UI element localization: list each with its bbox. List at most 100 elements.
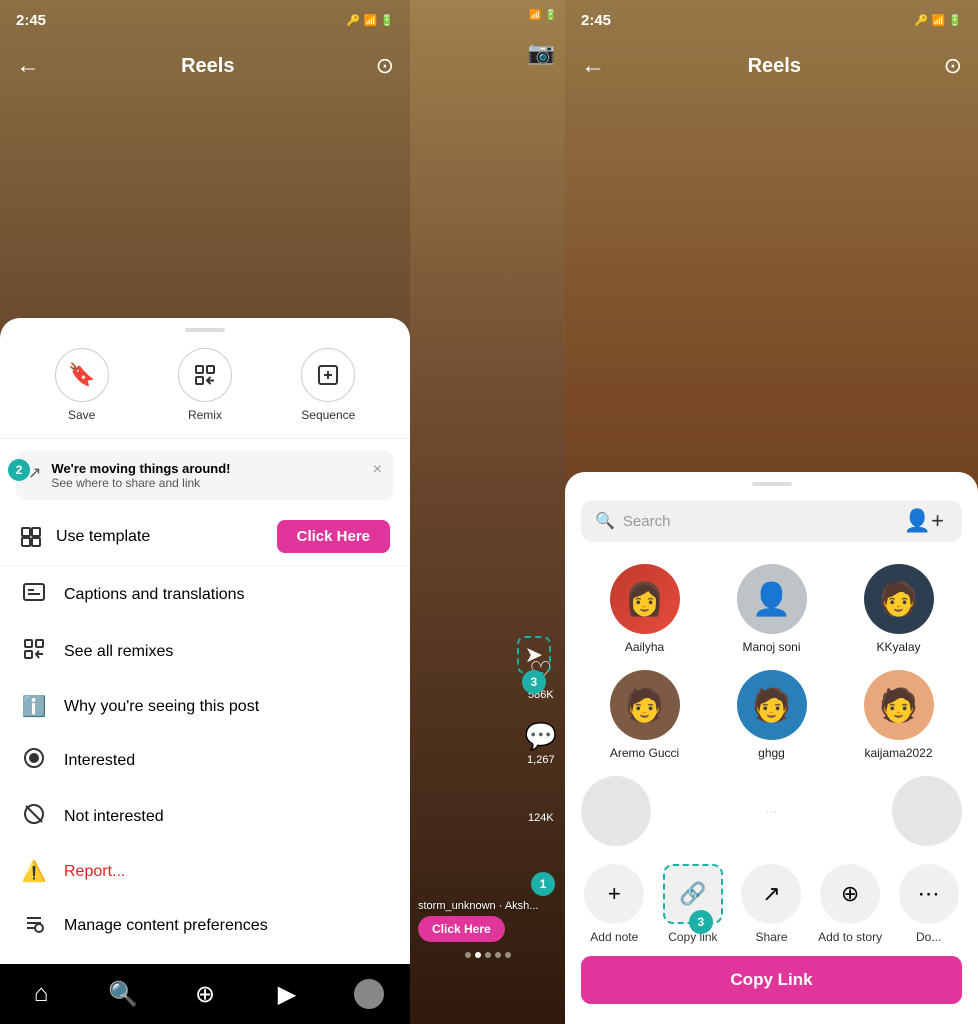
- back-button-left[interactable]: ←: [16, 52, 40, 80]
- status-time-left: 2:45: [16, 12, 46, 29]
- contact-manoj[interactable]: 👤 Manoj soni: [708, 556, 835, 662]
- copy-link-action-label: Copy link: [668, 930, 717, 944]
- why-seeing-icon: ℹ️: [20, 694, 48, 719]
- why-seeing-item[interactable]: ℹ️ Why you're seeing this post: [0, 680, 410, 733]
- comment-action[interactable]: 💬 1,267: [525, 721, 557, 766]
- status-time-right: 2:45: [581, 12, 611, 29]
- add-note-action[interactable]: + Add note: [579, 864, 649, 944]
- copy-link-button[interactable]: Copy Link: [581, 956, 962, 1004]
- username-label: storm_unknown · Aksh...: [410, 900, 565, 912]
- notif-close-button[interactable]: ×: [373, 461, 382, 479]
- contact-aremo[interactable]: 🧑 Aremo Gucci: [581, 662, 708, 768]
- contact-kkyalay[interactable]: 🧑 KKyalay: [835, 556, 962, 662]
- share-icon: ↗: [741, 864, 801, 924]
- middle-background: [410, 0, 565, 1024]
- interested-item[interactable]: Interested: [0, 733, 410, 789]
- share-action-item[interactable]: ↗ Share: [736, 864, 806, 944]
- share-label: Share: [755, 930, 787, 944]
- sheet-handle-left: [185, 328, 225, 332]
- add-to-story-icon: ⊕: [820, 864, 880, 924]
- search-placeholder[interactable]: Search: [623, 513, 896, 530]
- contact-name-aailyha: Aailyha: [625, 640, 664, 654]
- nav-home[interactable]: ⌂: [21, 974, 61, 1014]
- dot-5: [505, 952, 511, 958]
- contact-aailyha[interactable]: 👩 Aailyha: [581, 556, 708, 662]
- more-icon: ⋯: [899, 864, 959, 924]
- captions-icon: [20, 580, 48, 610]
- partial-contacts-row: ···: [565, 768, 978, 854]
- see-all-remixes-icon: [20, 638, 48, 666]
- search-icon-right: 🔍: [595, 511, 615, 531]
- badge-1: 1: [531, 872, 555, 896]
- use-template-label: Use template: [56, 528, 150, 546]
- status-bar-right: 2:45 🔑 📶 🔋: [565, 0, 978, 40]
- top-bar-right: ← Reels ⊙: [565, 40, 978, 92]
- partial-text: ···: [655, 776, 888, 846]
- captions-label: Captions and translations: [64, 586, 245, 604]
- click-here-button-left[interactable]: Click Here: [277, 520, 390, 553]
- add-note-icon: +: [584, 864, 644, 924]
- dot-4: [495, 952, 501, 958]
- reels-title-left: Reels: [181, 55, 234, 78]
- add-note-label: Add note: [590, 930, 638, 944]
- sequence-label: Sequence: [301, 408, 355, 422]
- action-icons-row: 🔖 Save Remix Sequence: [0, 348, 410, 439]
- back-button-right[interactable]: ←: [581, 52, 605, 80]
- share-action-middle[interactable]: ➤ 3 124K: [528, 786, 554, 824]
- contact-name-aremo: Aremo Gucci: [610, 746, 679, 760]
- add-to-story-label: Add to story: [818, 930, 882, 944]
- dot-3: [485, 952, 491, 958]
- status-icons-middle: 📶 🔋: [529, 10, 557, 21]
- not-interested-item[interactable]: Not interested: [0, 789, 410, 845]
- partial-avatar-2: [892, 776, 962, 846]
- notif-subtitle: See where to share and link: [51, 476, 362, 490]
- share-badge-number: 3: [522, 670, 546, 694]
- status-icons-right: 🔑 📶 🔋: [915, 14, 962, 27]
- more-action[interactable]: ⋯ Do...: [894, 864, 964, 944]
- add-contact-button[interactable]: 👤+: [904, 508, 944, 534]
- manage-content-item[interactable]: Manage content preferences: [0, 898, 410, 954]
- comment-icon: 💬: [525, 721, 557, 752]
- camera-button-right[interactable]: ⊙: [944, 53, 962, 79]
- click-here-middle[interactable]: Click Here: [418, 916, 505, 942]
- share-count: 124K: [528, 812, 554, 824]
- contacts-grid: 👩 Aailyha 👤 Manoj soni 🧑: [565, 556, 978, 768]
- captions-menu-item[interactable]: Captions and translations: [0, 566, 410, 624]
- sequence-icon-circle: [301, 348, 355, 402]
- mid-bottom-bar: storm_unknown · Aksh... Click Here 1: [410, 900, 565, 964]
- why-seeing-label: Why you're seeing this post: [64, 698, 259, 716]
- not-interested-icon: [20, 803, 48, 831]
- notif-arrow-icon: ↗: [28, 463, 41, 483]
- avatar-kkyalay: 🧑: [864, 564, 934, 634]
- more-label: Do...: [916, 930, 941, 944]
- top-bar-left: ← Reels ⊙: [0, 40, 410, 92]
- left-panel: 2:45 🔑 📶 🔋 ← Reels ⊙ 🔖 Save Remix: [0, 0, 410, 1024]
- send-icon: ➤: [525, 642, 543, 667]
- see-all-remixes-item[interactable]: See all remixes: [0, 624, 410, 680]
- middle-panel: 📶 🔋 📷 ♡ 586K 💬 1,267 ➤ 3 124K s: [410, 0, 565, 1024]
- notif-title: We're moving things around!: [51, 461, 362, 476]
- nav-search[interactable]: 🔍: [103, 974, 143, 1014]
- badge-3: 3: [689, 910, 713, 934]
- nav-profile[interactable]: [349, 974, 389, 1014]
- comment-count: 1,267: [527, 754, 555, 766]
- sequence-action[interactable]: Sequence: [301, 348, 355, 422]
- share-actions-row: + Add note 🔗 Copy link ↗ Share ⊕: [565, 854, 978, 944]
- save-action[interactable]: 🔖 Save: [55, 348, 109, 422]
- copy-link-action[interactable]: 🔗 Copy link: [658, 864, 728, 944]
- camera-button-left[interactable]: ⊙: [376, 53, 394, 79]
- report-item[interactable]: ⚠️ Report...: [0, 845, 410, 898]
- camera-button-middle[interactable]: 📷: [528, 40, 555, 66]
- add-to-story-action[interactable]: ⊕ Add to story: [815, 864, 885, 944]
- contact-ghgg[interactable]: 🧑 ghgg: [708, 662, 835, 768]
- notif-text-block: We're moving things around! See where to…: [51, 461, 362, 490]
- status-bar-middle: 📶 🔋: [410, 0, 565, 30]
- notification-banner: 2 ↗ We're moving things around! See wher…: [16, 451, 394, 500]
- nav-create[interactable]: ⊕: [185, 974, 225, 1014]
- remix-action[interactable]: Remix: [178, 348, 232, 422]
- status-bar-left: 2:45 🔑 📶 🔋: [0, 0, 410, 40]
- contact-kaijama[interactable]: 🧑 kaijama2022: [835, 662, 962, 768]
- status-icons-left: 🔑 📶 🔋: [347, 14, 394, 27]
- reels-title-right: Reels: [748, 55, 801, 78]
- nav-reels[interactable]: ▶: [267, 974, 307, 1014]
